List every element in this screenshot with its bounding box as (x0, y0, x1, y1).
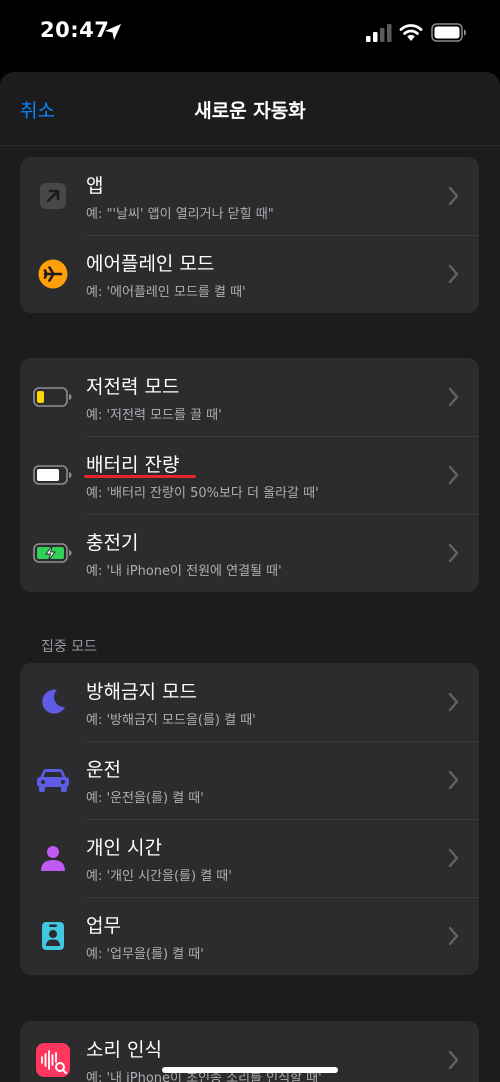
trigger-row-do-not-disturb[interactable]: 방해금지 모드 예: '방해금지 모드을(를) 켤 때' (20, 663, 479, 741)
airplane-icon (33, 258, 73, 290)
trigger-title: 방해금지 모드 (86, 681, 197, 703)
trigger-row-work[interactable]: 업무 예: '업무을(를) 켤 때' (20, 897, 479, 975)
trigger-subtitle: 예: '방해금지 모드을(를) 켤 때' (86, 713, 256, 728)
chevron-right-icon (448, 186, 459, 206)
person-icon (33, 842, 73, 874)
chevron-right-icon (448, 465, 459, 485)
status-bar: 20:47 (0, 0, 500, 70)
app-arrow-icon (33, 180, 73, 212)
trigger-row-personal-time[interactable]: 개인 시간 예: '개인 시간을(를) 켤 때' (20, 819, 479, 897)
new-automation-sheet: 취소 새로운 자동화 앱 예: "'날씨' 앱이 열리거나 닫힐 때" 에어플레… (0, 72, 500, 1082)
trigger-subtitle: 예: "'날씨' 앱이 열리거나 닫힐 때" (86, 207, 274, 222)
status-time: 20:47 (40, 18, 110, 42)
chevron-right-icon (448, 387, 459, 407)
chevron-right-icon (448, 770, 459, 790)
status-battery-icon (431, 23, 466, 42)
highlight-underline (84, 475, 196, 478)
sound-recognition-icon (33, 1043, 73, 1077)
low-power-battery-icon (33, 381, 73, 413)
chevron-right-icon (448, 264, 459, 284)
trigger-row-driving[interactable]: 운전 예: '운전을(를) 켤 때' (20, 741, 479, 819)
chevron-right-icon (448, 692, 459, 712)
trigger-title: 저전력 모드 (86, 376, 180, 398)
section-header-focus: 집중 모드 (41, 639, 97, 655)
trigger-row-charger[interactable]: 충전기 예: '내 iPhone이 전원에 연결될 때' (20, 514, 479, 592)
trigger-group-general: 앱 예: "'날씨' 앱이 열리거나 닫힐 때" 에어플레인 모드 예: '에어… (20, 157, 479, 313)
battery-level-icon (33, 459, 73, 491)
trigger-subtitle: 예: '업무을(를) 켤 때' (86, 947, 204, 962)
trigger-subtitle: 예: '저전력 모드를 끌 때' (86, 408, 222, 423)
navigation-bar: 취소 새로운 자동화 (0, 72, 500, 146)
trigger-subtitle: 예: '내 iPhone이 전원에 연결될 때' (86, 564, 282, 579)
car-icon (33, 764, 73, 796)
trigger-subtitle: 예: '배터리 잔량이 50%보다 더 올라갈 때' (86, 486, 319, 501)
trigger-title: 에어플레인 모드 (86, 253, 215, 275)
trigger-title: 충전기 (86, 532, 139, 554)
location-arrow-icon (105, 24, 121, 40)
work-badge-icon (33, 920, 73, 952)
moon-icon (33, 686, 73, 718)
trigger-title: 업무 (86, 915, 121, 937)
trigger-subtitle: 예: '운전을(를) 켤 때' (86, 791, 204, 806)
charging-battery-icon (33, 537, 73, 569)
trigger-row-low-power-mode[interactable]: 저전력 모드 예: '저전력 모드를 끌 때' (20, 358, 479, 436)
trigger-group-focus: 방해금지 모드 예: '방해금지 모드을(를) 켤 때' 운전 예: '운전을(… (20, 663, 479, 975)
trigger-subtitle: 예: '에어플레인 모드를 켤 때' (86, 285, 246, 300)
cellular-signal-icon (366, 24, 392, 42)
chevron-right-icon (448, 1050, 459, 1070)
trigger-title: 운전 (86, 759, 121, 781)
trigger-title: 개인 시간 (86, 837, 162, 859)
trigger-title: 소리 인식 (86, 1039, 162, 1061)
home-indicator[interactable] (162, 1067, 338, 1073)
chevron-right-icon (448, 926, 459, 946)
chevron-right-icon (448, 848, 459, 868)
wifi-icon (399, 24, 423, 41)
trigger-title: 앱 (86, 175, 104, 197)
chevron-right-icon (448, 543, 459, 563)
trigger-subtitle: 예: '개인 시간을(를) 켤 때' (86, 869, 232, 884)
page-title: 새로운 자동화 (194, 100, 306, 122)
trigger-row-airplane-mode[interactable]: 에어플레인 모드 예: '에어플레인 모드를 켤 때' (20, 235, 479, 313)
trigger-row-app[interactable]: 앱 예: "'날씨' 앱이 열리거나 닫힐 때" (20, 157, 479, 235)
trigger-title: 배터리 잔량 (86, 454, 180, 476)
